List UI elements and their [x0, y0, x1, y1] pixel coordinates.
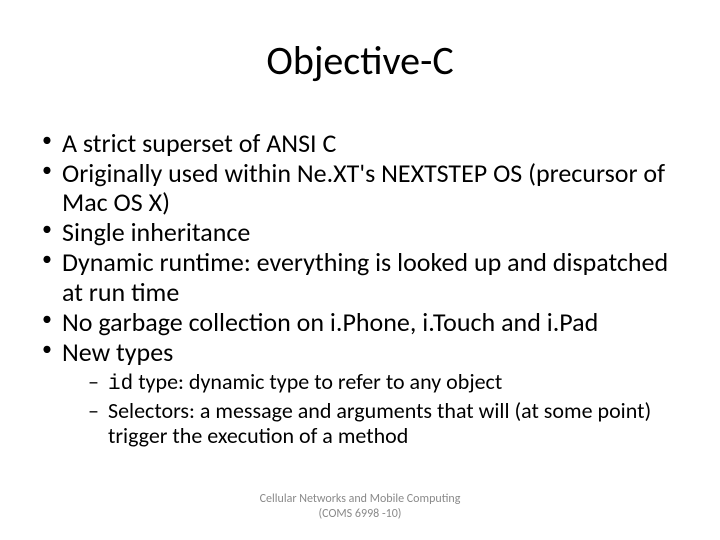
bullet-item: Dynamic runtime: everything is looked up…	[38, 248, 692, 306]
slide-title: Objective-C	[28, 36, 692, 85]
sub-bullet-item: Selectors: a message and arguments that …	[86, 398, 692, 449]
sub-bullet-list: id type: dynamic type to refer to any ob…	[62, 369, 692, 449]
sub-bullet-item: id type: dynamic type to refer to any ob…	[86, 369, 692, 397]
bullet-text: New types	[62, 336, 173, 368]
bullet-item: No garbage collection on i.Phone, i.Touc…	[38, 308, 692, 337]
footer-line2: (COMS 6998 -10)	[0, 507, 720, 522]
code-text: id	[108, 373, 133, 396]
bullet-item: A strict superset of ANSI C	[38, 129, 692, 158]
footer-line1: Cellular Networks and Mobile Computing	[0, 492, 720, 507]
footer: Cellular Networks and Mobile Computing (…	[0, 492, 720, 522]
bullet-list: A strict superset of ANSI C Originally u…	[28, 129, 692, 449]
bullet-item: Originally used within Ne.XT's NEXTSTEP …	[38, 159, 692, 217]
bullet-item: New types id type: dynamic type to refer…	[38, 338, 692, 449]
bullet-item: Single inheritance	[38, 218, 692, 247]
slide: Objective-C A strict superset of ANSI C …	[0, 0, 720, 540]
sub-bullet-text: type: dynamic type to refer to any objec…	[133, 368, 502, 395]
